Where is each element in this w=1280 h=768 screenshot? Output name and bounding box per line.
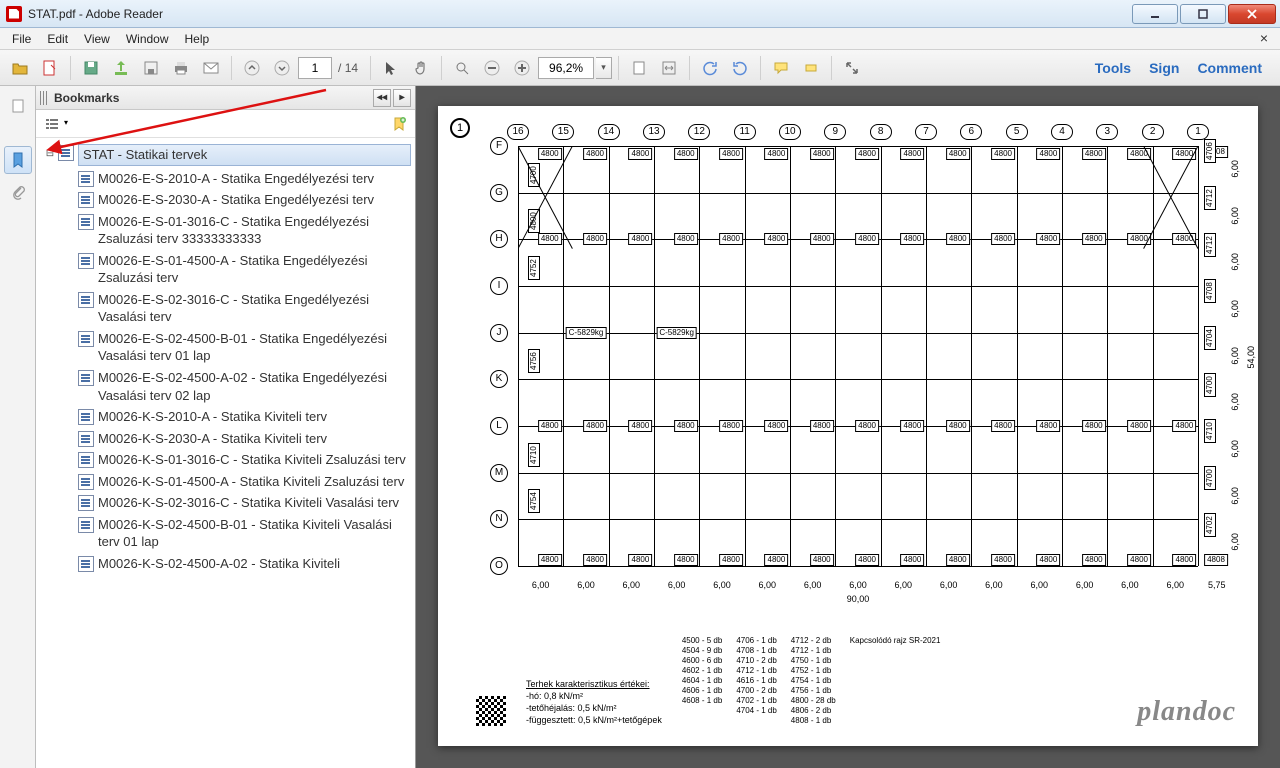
bookmarks-collapse-button[interactable]: ◂◂: [373, 89, 391, 107]
print-icon[interactable]: [167, 54, 195, 82]
nav-strip: [0, 86, 36, 768]
bookmark-root[interactable]: ⊟ STAT - Statikai tervek: [42, 142, 413, 168]
fit-width-icon[interactable]: [655, 54, 683, 82]
save-as-icon[interactable]: [137, 54, 165, 82]
zoom-dropdown-button[interactable]: ▾: [596, 57, 612, 79]
count-table: 4500 - 5 db4706 - 1 db4712 - 2 dbKapcsol…: [682, 636, 941, 726]
rotate-cw-icon[interactable]: [726, 54, 754, 82]
bookmark-item[interactable]: M0026-E-S-2030-A - Statika Engedélyezési…: [62, 189, 413, 211]
zoom-value-input[interactable]: 96,2%: [538, 57, 594, 79]
bookmark-icon: [78, 253, 94, 269]
bookmark-icon: [78, 192, 94, 208]
pdf-page: 1 16154800480014480048001348004800124800…: [438, 106, 1258, 746]
bookmark-item[interactable]: M0026-E-S-01-3016-C - Statika Engedélyez…: [62, 211, 413, 250]
menu-help[interactable]: Help: [177, 30, 218, 48]
document-viewer[interactable]: 1 16154800480014480048001348004800124800…: [416, 86, 1280, 768]
fit-page-icon[interactable]: [625, 54, 653, 82]
window-titlebar: STAT.pdf - Adobe Reader: [0, 0, 1280, 28]
bookmark-icon: [78, 370, 94, 386]
window-close-button[interactable]: [1228, 4, 1276, 24]
bookmark-icon: [78, 556, 94, 572]
bookmark-item[interactable]: M0026-K-S-2010-A - Statika Kiviteli terv: [62, 406, 413, 428]
menu-window[interactable]: Window: [118, 30, 177, 48]
bookmark-item[interactable]: M0026-E-S-02-3016-C - Statika Engedélyez…: [62, 289, 413, 328]
thumbnails-tab-icon[interactable]: [4, 92, 32, 120]
page-count-label: / 14: [334, 61, 364, 75]
qr-code-icon: [476, 696, 506, 726]
page-up-icon[interactable]: [238, 54, 266, 82]
comment-link[interactable]: Comment: [1197, 60, 1262, 76]
bookmark-icon: [78, 517, 94, 533]
menu-view[interactable]: View: [76, 30, 118, 48]
bookmark-item[interactable]: M0026-K-S-02-4500-A-02 - Statika Kivitel…: [62, 553, 413, 575]
bookmark-icon: [78, 171, 94, 187]
bookmarks-panel: Bookmarks ◂◂ ▸ ▾ ⊟ STAT - Statikai terve…: [36, 86, 416, 768]
open-icon[interactable]: [6, 54, 34, 82]
email-icon[interactable]: [197, 54, 225, 82]
tools-link[interactable]: Tools: [1095, 60, 1131, 76]
save-icon[interactable]: [77, 54, 105, 82]
bookmark-item[interactable]: M0026-K-S-01-3016-C - Statika Kiviteli Z…: [62, 449, 413, 471]
app-icon: [6, 6, 22, 22]
hand-tool-icon[interactable]: [407, 54, 435, 82]
select-tool-icon[interactable]: [377, 54, 405, 82]
marquee-zoom-icon[interactable]: [448, 54, 476, 82]
bookmark-item[interactable]: M0026-E-S-02-4500-A-02 - Statika Engedél…: [62, 367, 413, 406]
window-minimize-button[interactable]: [1132, 4, 1178, 24]
bookmark-item[interactable]: M0026-K-S-02-4500-B-01 - Statika Kivitel…: [62, 514, 413, 553]
bookmark-icon: [78, 409, 94, 425]
bookmark-icon: [78, 495, 94, 511]
brand-logo: plandoc: [1137, 698, 1236, 726]
bookmarks-tab-icon[interactable]: [4, 146, 32, 174]
bookmarks-options-button[interactable]: ▸: [393, 89, 411, 107]
highlight-icon[interactable]: [797, 54, 825, 82]
new-bookmark-icon[interactable]: [389, 114, 409, 134]
menu-edit[interactable]: Edit: [39, 30, 76, 48]
bookmark-item[interactable]: M0026-E-S-2010-A - Statika Engedélyezési…: [62, 168, 413, 190]
rotate-ccw-icon[interactable]: [696, 54, 724, 82]
loads-block: Terhek karakterisztikus értékei: -hó: 0,…: [526, 678, 662, 726]
bookmarks-title: Bookmarks: [54, 91, 119, 105]
menu-bar: File Edit View Window Help ×: [0, 28, 1280, 50]
panel-grip-icon[interactable]: [40, 91, 48, 105]
bookmark-icon: [78, 214, 94, 230]
bookmarks-tree[interactable]: ⊟ STAT - Statikai tervek M0026-E-S-2010-…: [36, 138, 415, 768]
sign-link[interactable]: Sign: [1149, 60, 1179, 76]
create-pdf-icon[interactable]: [36, 54, 64, 82]
page-number-input[interactable]: 1: [298, 57, 332, 79]
bookmark-icon: [78, 452, 94, 468]
read-mode-icon[interactable]: [838, 54, 866, 82]
attachments-tab-icon[interactable]: [4, 178, 32, 206]
menu-file[interactable]: File: [4, 30, 39, 48]
export-icon[interactable]: [107, 54, 135, 82]
toolbar: 1 / 14 96,2% ▾ Tools Sign Comment: [0, 50, 1280, 86]
bookmark-icon: [78, 331, 94, 347]
zoom-in-icon[interactable]: [508, 54, 536, 82]
bookmark-item[interactable]: M0026-K-S-01-4500-A - Statika Kiviteli Z…: [62, 471, 413, 493]
bookmark-icon: [78, 431, 94, 447]
window-maximize-button[interactable]: [1180, 4, 1226, 24]
page-down-icon[interactable]: [268, 54, 296, 82]
zoom-out-icon[interactable]: [478, 54, 506, 82]
bookmark-icon: [78, 474, 94, 490]
window-title: STAT.pdf - Adobe Reader: [28, 7, 163, 21]
bookmark-icon: [58, 145, 74, 161]
bookmark-item[interactable]: M0026-K-S-2030-A - Statika Kiviteli terv: [62, 428, 413, 450]
bookmark-icon: [78, 292, 94, 308]
page-badge: 1: [450, 118, 470, 138]
bookmark-item[interactable]: M0026-K-S-02-3016-C - Statika Kiviteli V…: [62, 492, 413, 514]
document-close-button[interactable]: ×: [1254, 30, 1274, 46]
bookmark-item[interactable]: M0026-E-S-01-4500-A - Statika Engedélyez…: [62, 250, 413, 289]
bookmark-item[interactable]: M0026-E-S-02-4500-B-01 - Statika Engedél…: [62, 328, 413, 367]
bookmarks-list-icon[interactable]: ▾: [42, 114, 62, 134]
comment-icon[interactable]: [767, 54, 795, 82]
